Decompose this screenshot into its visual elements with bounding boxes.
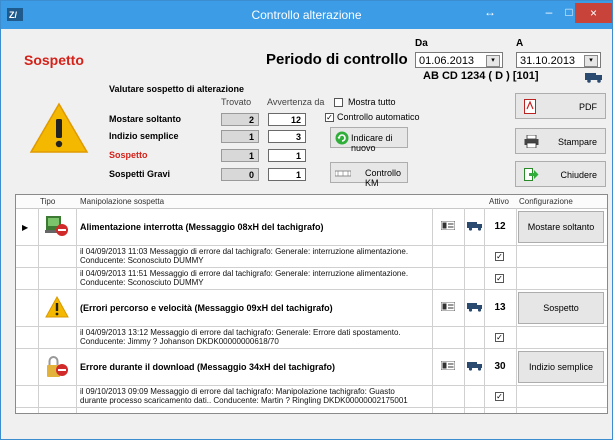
manipulation-grid: Tipo Manipolazione sospetta Attivo Confi… (15, 194, 608, 414)
auto-check-label: Controllo automatico (337, 112, 420, 122)
header-manip: Manipolazione sospetta (80, 197, 165, 206)
close-window-button[interactable]: × (575, 3, 612, 23)
calendar-icon[interactable]: ▾ (486, 55, 500, 67)
header-config: Configurazione (519, 197, 573, 206)
active-checkbox[interactable]: ✓ (495, 274, 504, 283)
date-from-value: 01.06.2013 (419, 55, 475, 67)
row-selector-icon: ▶ (22, 223, 29, 232)
header-type: Tipo (40, 197, 56, 206)
configuration-button[interactable]: Indizio semplice (518, 351, 604, 383)
show-all-label: Mostra tutto (348, 97, 396, 107)
period-title: Periodo di controllo (266, 51, 408, 68)
window-title: Controllo alterazione (251, 8, 362, 22)
truck-icon[interactable] (467, 221, 483, 233)
close-label: Chiudere (560, 170, 597, 180)
detail-line-2: Conducente: Sconosciuto DUMMY (80, 278, 204, 287)
eval-row-label: Indizio semplice (109, 131, 179, 141)
detail-line-1: il 04/09/2013 11:51 Messaggio di errore … (80, 269, 409, 278)
warning-threshold-input[interactable]: 1 (268, 168, 306, 181)
date-to-label: A (516, 38, 524, 49)
refresh-icon (335, 131, 349, 145)
col-found: Trovato (221, 97, 252, 107)
evaluation-title: Valutare sospetto di alterazione (109, 84, 245, 94)
active-checkbox[interactable]: ✓ (495, 252, 504, 261)
detail-line-2: Conducente: Jimmy ? Johanson DKDK0000000… (80, 337, 279, 346)
status-bar (1, 419, 612, 439)
found-count: 1 (221, 149, 259, 162)
suspicion-count: 30 (494, 361, 506, 372)
active-checkbox[interactable]: ✓ (495, 392, 504, 401)
found-count: 1 (221, 130, 259, 143)
warning-icon (29, 102, 89, 153)
detail-line-1: il 09/10/2013 09:09 Messaggio di errore … (80, 387, 395, 396)
minimize-button[interactable]: – (538, 1, 560, 23)
close-button[interactable]: Chiudere (515, 161, 606, 187)
reindicate-label: Indicare di nuovo (351, 133, 393, 153)
exit-arrow-icon (524, 168, 539, 181)
truck-icon (585, 73, 602, 83)
header-active: Attivo (489, 197, 510, 206)
eval-row-label: Sospetto (109, 150, 148, 160)
calendar-icon[interactable]: ▾ (584, 55, 598, 67)
date-from-picker[interactable]: 01.06.2013 ▾ (415, 52, 503, 68)
driver-card-icon[interactable] (440, 301, 456, 313)
print-button[interactable]: Stampare (515, 128, 606, 154)
date-to-picker[interactable]: 31.10.2013 ▾ (516, 52, 601, 68)
configuration-button[interactable]: Sospetto (518, 292, 604, 324)
download-error-icon (45, 355, 69, 379)
eval-row-label: Mostare soltanto (109, 114, 182, 124)
grid-header: Tipo Manipolazione sospetta Attivo Confi… (16, 195, 607, 209)
auto-check-checkbox[interactable]: ✓ (325, 113, 334, 122)
warning-threshold-input[interactable]: 1 (268, 149, 306, 162)
group-title: (Errori percorso e velocità (Messaggio 0… (80, 303, 333, 313)
col-warning: Avvertenza da (267, 97, 325, 107)
configuration-button[interactable]: Mostare soltanto (518, 211, 604, 243)
warning-threshold-input[interactable]: 12 (268, 113, 306, 126)
vehicle-plate: AB CD 1234 ( D ) [101] (423, 70, 539, 82)
date-to-value: 31.10.2013 (520, 55, 576, 67)
active-checkbox[interactable]: ✓ (495, 333, 504, 342)
detail-line-2: durante processo scaricamento dati.. Con… (80, 396, 408, 405)
pdf-button[interactable]: PDF (515, 93, 606, 119)
printer-icon (524, 135, 539, 148)
title-bar: Z/ Controllo alterazione ↔ – □ × (1, 1, 612, 29)
row-divider (16, 407, 607, 408)
date-from-label: Da (415, 38, 428, 49)
detail-line-1: il 04/09/2013 11:03 Messaggio di errore … (80, 247, 409, 256)
reindicate-button[interactable]: Indicare di nuovo (330, 127, 408, 153)
warning-threshold-input[interactable]: 3 (268, 130, 306, 143)
resize-button[interactable]: ↔ (479, 1, 501, 23)
found-count: 2 (221, 113, 259, 126)
print-label: Stampare (557, 137, 597, 147)
found-count: 0 (221, 168, 259, 181)
km-check-button[interactable]: Controllo KM (330, 162, 408, 188)
pdf-icon (524, 99, 536, 114)
group-title: Errore durante il download (Messaggio 34… (80, 362, 336, 372)
suspicion-count: 12 (494, 221, 506, 232)
truck-icon[interactable] (467, 361, 483, 373)
show-all-checkbox[interactable] (334, 98, 343, 107)
pdf-label: PDF (579, 102, 597, 112)
driver-card-icon[interactable] (440, 220, 456, 232)
detail-line-1: il 04/09/2013 13:12 Messaggio di errore … (80, 328, 401, 337)
detail-line-2: Conducente: Sconosciuto DUMMY (80, 256, 204, 265)
km-check-label: Controllo KM (365, 168, 402, 188)
group-title: Alimentazione interrotta (Messaggio 08xH… (80, 222, 324, 232)
driver-card-icon[interactable] (440, 360, 456, 372)
main-window: Z/ Controllo alterazione ↔ – □ × Sospett… (0, 0, 613, 440)
truck-icon[interactable] (467, 302, 483, 314)
warning-icon (45, 295, 69, 320)
suspicion-count: 13 (494, 302, 506, 313)
km-icon (335, 170, 351, 177)
status-title: Sospetto (24, 52, 84, 68)
power-interrupt-icon (45, 215, 69, 239)
eval-row-label: Sospetti Gravi (109, 169, 171, 179)
